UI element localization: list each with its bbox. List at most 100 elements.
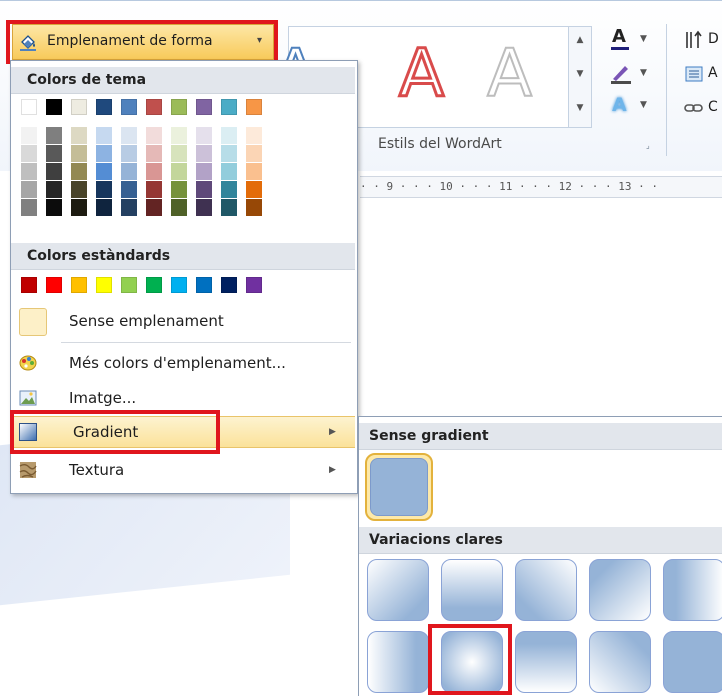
theme-shade-swatch[interactable] (221, 145, 237, 162)
wordart-style-gray-outline[interactable]: A (486, 40, 533, 108)
standard-color-swatch[interactable] (71, 277, 87, 293)
theme-shade-swatch[interactable] (196, 181, 212, 198)
theme-color-swatch[interactable] (196, 99, 212, 115)
theme-shade-swatch[interactable] (46, 181, 62, 198)
text-outline-icon[interactable] (610, 62, 632, 84)
theme-shade-swatch[interactable] (196, 127, 212, 144)
theme-shade-swatch[interactable] (246, 199, 262, 216)
wordart-style-red-outline[interactable]: A (397, 39, 445, 108)
theme-shade-swatch[interactable] (171, 163, 187, 180)
theme-shade-swatch[interactable] (46, 145, 62, 162)
theme-shade-swatch[interactable] (121, 181, 137, 198)
theme-shade-swatch[interactable] (146, 145, 162, 162)
theme-shade-swatch[interactable] (21, 181, 37, 198)
theme-color-swatch[interactable] (246, 99, 262, 115)
theme-shade-swatch[interactable] (246, 127, 262, 144)
theme-shade-swatch[interactable] (121, 199, 137, 216)
theme-color-swatch[interactable] (96, 99, 112, 115)
theme-color-swatch[interactable] (46, 99, 62, 115)
theme-shade-swatch[interactable] (71, 163, 87, 180)
theme-shade-swatch[interactable] (171, 127, 187, 144)
standard-color-swatch[interactable] (196, 277, 212, 293)
theme-shade-swatch[interactable] (71, 199, 87, 216)
standard-color-swatch[interactable] (221, 277, 237, 293)
theme-shade-swatch[interactable] (246, 145, 262, 162)
text-effects-icon[interactable]: A (610, 94, 632, 116)
text-direction-button[interactable]: D (684, 30, 722, 54)
texture-fill-item[interactable]: Textura ▶ (11, 455, 355, 485)
theme-shade-swatch[interactable] (71, 181, 87, 198)
theme-shade-swatch[interactable] (46, 163, 62, 180)
theme-color-swatch[interactable] (221, 99, 237, 115)
theme-shade-swatch[interactable] (121, 145, 137, 162)
gradient-variation-tile[interactable] (663, 631, 722, 693)
theme-shade-swatch[interactable] (46, 199, 62, 216)
theme-shade-swatch[interactable] (121, 163, 137, 180)
theme-shade-swatch[interactable] (146, 199, 162, 216)
theme-shade-swatch[interactable] (96, 163, 112, 180)
gallery-more-icon[interactable]: ▼ (569, 103, 591, 113)
theme-shade-swatch[interactable] (21, 163, 37, 180)
theme-shade-swatch[interactable] (21, 127, 37, 144)
standard-color-swatch[interactable] (121, 277, 137, 293)
standard-color-swatch[interactable] (96, 277, 112, 293)
theme-color-swatch[interactable] (146, 99, 162, 115)
theme-shade-swatch[interactable] (221, 181, 237, 198)
theme-shade-swatch[interactable] (46, 127, 62, 144)
wordart-gallery-scrollbar[interactable]: ▲ ▼ ▼ (568, 26, 592, 128)
no-fill-item[interactable]: Sense emplenament (11, 305, 355, 339)
gallery-scroll-down-icon[interactable]: ▼ (569, 69, 591, 79)
more-fill-colors-item[interactable]: Més colors d'emplenament... (11, 348, 355, 378)
gradient-variation-tile[interactable] (663, 559, 722, 621)
theme-shade-swatch[interactable] (221, 199, 237, 216)
theme-color-swatch[interactable] (121, 99, 137, 115)
gradient-variation-tile[interactable] (367, 631, 429, 693)
no-gradient-tile[interactable] (365, 453, 433, 521)
theme-shade-swatch[interactable] (21, 199, 37, 216)
text-outline-dropdown-icon[interactable]: ▼ (640, 68, 647, 78)
gradient-variation-tile[interactable] (367, 559, 429, 621)
theme-shade-swatch[interactable] (96, 199, 112, 216)
gradient-variation-tile[interactable] (515, 631, 577, 693)
standard-color-swatch[interactable] (171, 277, 187, 293)
theme-shade-swatch[interactable] (196, 199, 212, 216)
dialog-launcher-icon[interactable]: ⌟ (646, 141, 656, 151)
theme-shade-swatch[interactable] (96, 145, 112, 162)
picture-fill-item[interactable]: Imatge... (11, 383, 355, 413)
theme-shade-swatch[interactable] (96, 127, 112, 144)
theme-shade-swatch[interactable] (171, 145, 187, 162)
theme-shade-swatch[interactable] (196, 145, 212, 162)
text-effects-dropdown-icon[interactable]: ▼ (640, 100, 647, 110)
theme-shade-swatch[interactable] (171, 181, 187, 198)
text-fill-icon[interactable]: A (610, 26, 632, 50)
align-text-button[interactable]: A (684, 64, 722, 88)
theme-shade-swatch[interactable] (221, 127, 237, 144)
theme-shade-swatch[interactable] (146, 163, 162, 180)
gradient-variation-tile[interactable] (441, 559, 503, 621)
theme-shade-swatch[interactable] (246, 181, 262, 198)
theme-shade-swatch[interactable] (146, 181, 162, 198)
theme-shade-swatch[interactable] (246, 163, 262, 180)
theme-shade-swatch[interactable] (146, 127, 162, 144)
theme-shade-swatch[interactable] (71, 145, 87, 162)
theme-shade-swatch[interactable] (196, 163, 212, 180)
gradient-variation-tile[interactable] (589, 559, 651, 621)
theme-shade-swatch[interactable] (221, 163, 237, 180)
theme-shade-swatch[interactable] (171, 199, 187, 216)
gradient-variation-tile[interactable] (515, 559, 577, 621)
theme-shade-swatch[interactable] (121, 127, 137, 144)
theme-color-swatch[interactable] (171, 99, 187, 115)
gradient-variation-tile[interactable] (589, 631, 651, 693)
theme-shade-swatch[interactable] (96, 181, 112, 198)
theme-shade-swatch[interactable] (71, 127, 87, 144)
theme-shade-swatch[interactable] (21, 145, 37, 162)
theme-color-swatch[interactable] (21, 99, 37, 115)
standard-color-swatch[interactable] (46, 277, 62, 293)
text-fill-dropdown-icon[interactable]: ▼ (640, 34, 647, 44)
standard-color-swatch[interactable] (246, 277, 262, 293)
gallery-scroll-up-icon[interactable]: ▲ (569, 35, 591, 45)
create-link-button[interactable]: C (684, 98, 722, 122)
theme-color-swatch[interactable] (71, 99, 87, 115)
standard-color-swatch[interactable] (21, 277, 37, 293)
standard-color-swatch[interactable] (146, 277, 162, 293)
